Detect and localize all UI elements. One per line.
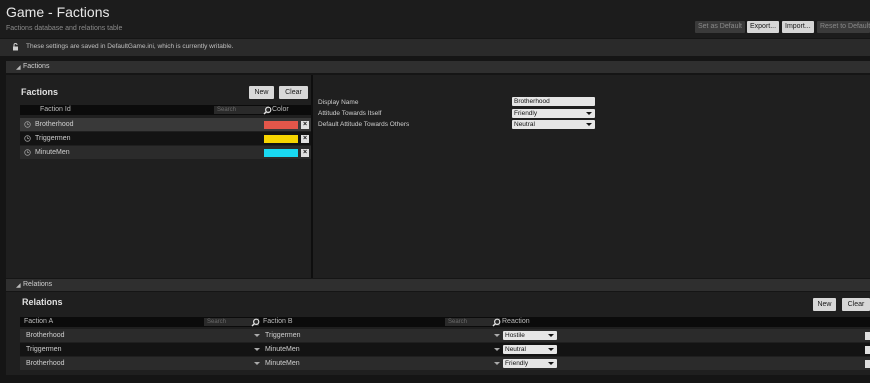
faction-name: Brotherhood [35, 121, 74, 128]
relations-panel: Relations New Clear Faction A Search Fac… [6, 292, 870, 375]
factions-section-label: Factions [23, 63, 50, 70]
search-icon[interactable] [263, 106, 272, 115]
faction-search-input[interactable]: Search [214, 106, 269, 114]
collapse-arrow-icon[interactable]: ◢ [16, 282, 21, 289]
clock-icon [24, 121, 31, 128]
chevron-down-icon[interactable] [494, 362, 500, 365]
relation-row[interactable]: Brotherhood Triggermen Hostile [20, 329, 870, 342]
page-header: Game - Factions Factions database and re… [0, 0, 870, 38]
relation-row[interactable]: Brotherhood MinuteMen Friendly [20, 357, 870, 370]
factions-list-panel: Factions New Clear Faction Id Search Col… [6, 75, 311, 278]
relations-section-label: Relations [23, 281, 53, 288]
page-subtitle: Factions database and relations table [6, 25, 123, 32]
chevron-down-icon [548, 334, 554, 337]
clock-icon [24, 149, 31, 156]
faction-name: MinuteMen [35, 149, 70, 156]
attitude-itself-value: Friendly [514, 110, 538, 117]
attitude-itself-dropdown[interactable]: Friendly [512, 109, 595, 118]
faction-row[interactable]: MinuteMen × [20, 146, 311, 159]
search-icon[interactable] [251, 318, 260, 327]
chevron-down-icon [586, 112, 592, 115]
relations-panel-title: Relations [22, 297, 63, 307]
reaction-value: Neutral [505, 346, 526, 353]
page-title: Game - Factions [6, 4, 110, 20]
relation-row[interactable]: Triggermen MinuteMen Neutral [20, 343, 870, 356]
chevron-down-icon[interactable] [254, 334, 260, 337]
faction-color-swatch[interactable] [264, 149, 298, 157]
clear-relations-button[interactable]: Clear [842, 298, 870, 311]
faction-b-column-header[interactable]: Faction B [263, 318, 293, 325]
factions-table-header: Faction Id Search Color [20, 105, 311, 115]
faction-row[interactable]: Brotherhood × [20, 118, 311, 131]
reaction-value: Friendly [505, 360, 529, 367]
delete-faction-button[interactable]: × [301, 149, 309, 157]
relations-section-header[interactable]: ◢ Relations [6, 279, 870, 291]
attitude-itself-label: Attitude Towards Itself [318, 110, 382, 117]
delete-relation-button[interactable] [865, 346, 870, 354]
config-notice-bar: These settings are saved in DefaultGame.… [0, 39, 870, 56]
chevron-down-icon[interactable] [254, 348, 260, 351]
faction-id-column-header[interactable]: Faction Id [40, 106, 71, 113]
color-column-header[interactable]: Color [272, 106, 289, 113]
faction-b-value[interactable]: Triggermen [265, 332, 301, 339]
new-faction-button[interactable]: New [249, 86, 274, 99]
chevron-down-icon [586, 123, 592, 126]
clock-icon [24, 135, 31, 142]
chevron-down-icon[interactable] [494, 348, 500, 351]
faction-name: Triggermen [35, 135, 71, 142]
export-button[interactable]: Export... [747, 21, 780, 33]
faction-a-column-header[interactable]: Faction A [24, 318, 53, 325]
reaction-dropdown[interactable]: Hostile [503, 331, 557, 340]
clear-factions-button[interactable]: Clear [279, 86, 308, 99]
lock-icon [13, 43, 18, 51]
faction-b-value[interactable]: MinuteMen [265, 346, 300, 353]
set-as-default-button[interactable]: Set as Default [695, 21, 745, 33]
reaction-dropdown[interactable]: Neutral [503, 345, 557, 354]
faction-color-swatch[interactable] [264, 121, 298, 129]
chevron-down-icon [548, 348, 554, 351]
reaction-column-header[interactable]: Reaction [502, 318, 530, 325]
config-notice-text: These settings are saved in DefaultGame.… [26, 43, 234, 50]
attitude-others-label: Default Attitude Towards Others [318, 121, 410, 128]
display-name-field[interactable]: Brotherhood [512, 97, 595, 106]
search-icon[interactable] [492, 318, 501, 327]
faction-b-value[interactable]: MinuteMen [265, 360, 300, 367]
attitude-others-dropdown[interactable]: Neutral [512, 120, 595, 129]
delete-faction-button[interactable]: × [301, 121, 309, 129]
faction-a-value[interactable]: Brotherhood [26, 332, 65, 339]
delete-relation-button[interactable] [865, 332, 870, 340]
faction-color-swatch[interactable] [264, 135, 298, 143]
faction-row[interactable]: Triggermen × [20, 132, 311, 145]
chevron-down-icon [548, 362, 554, 365]
chevron-down-icon[interactable] [254, 362, 260, 365]
factions-panel-title: Factions [21, 87, 59, 97]
faction-a-value[interactable]: Brotherhood [26, 360, 65, 367]
attitude-others-value: Neutral [514, 121, 535, 128]
reaction-dropdown[interactable]: Friendly [503, 359, 557, 368]
collapse-arrow-icon[interactable]: ◢ [16, 64, 21, 71]
delete-faction-button[interactable]: × [301, 135, 309, 143]
reset-to-defaults-button[interactable]: Reset to Defaults [817, 21, 870, 33]
faction-details-panel: Display Name Brotherhood Attitude Toward… [313, 75, 870, 278]
reaction-value: Hostile [505, 332, 525, 339]
faction-a-value[interactable]: Triggermen [26, 346, 62, 353]
relations-table-header: Faction A Search Faction B Search Reacti… [20, 317, 870, 327]
delete-relation-button[interactable] [865, 360, 870, 368]
import-button[interactable]: Import... [782, 21, 814, 33]
new-relation-button[interactable]: New [813, 298, 836, 311]
factions-section-header[interactable]: ◢ Factions [6, 61, 870, 73]
display-name-label: Display Name [318, 99, 359, 106]
chevron-down-icon[interactable] [494, 334, 500, 337]
